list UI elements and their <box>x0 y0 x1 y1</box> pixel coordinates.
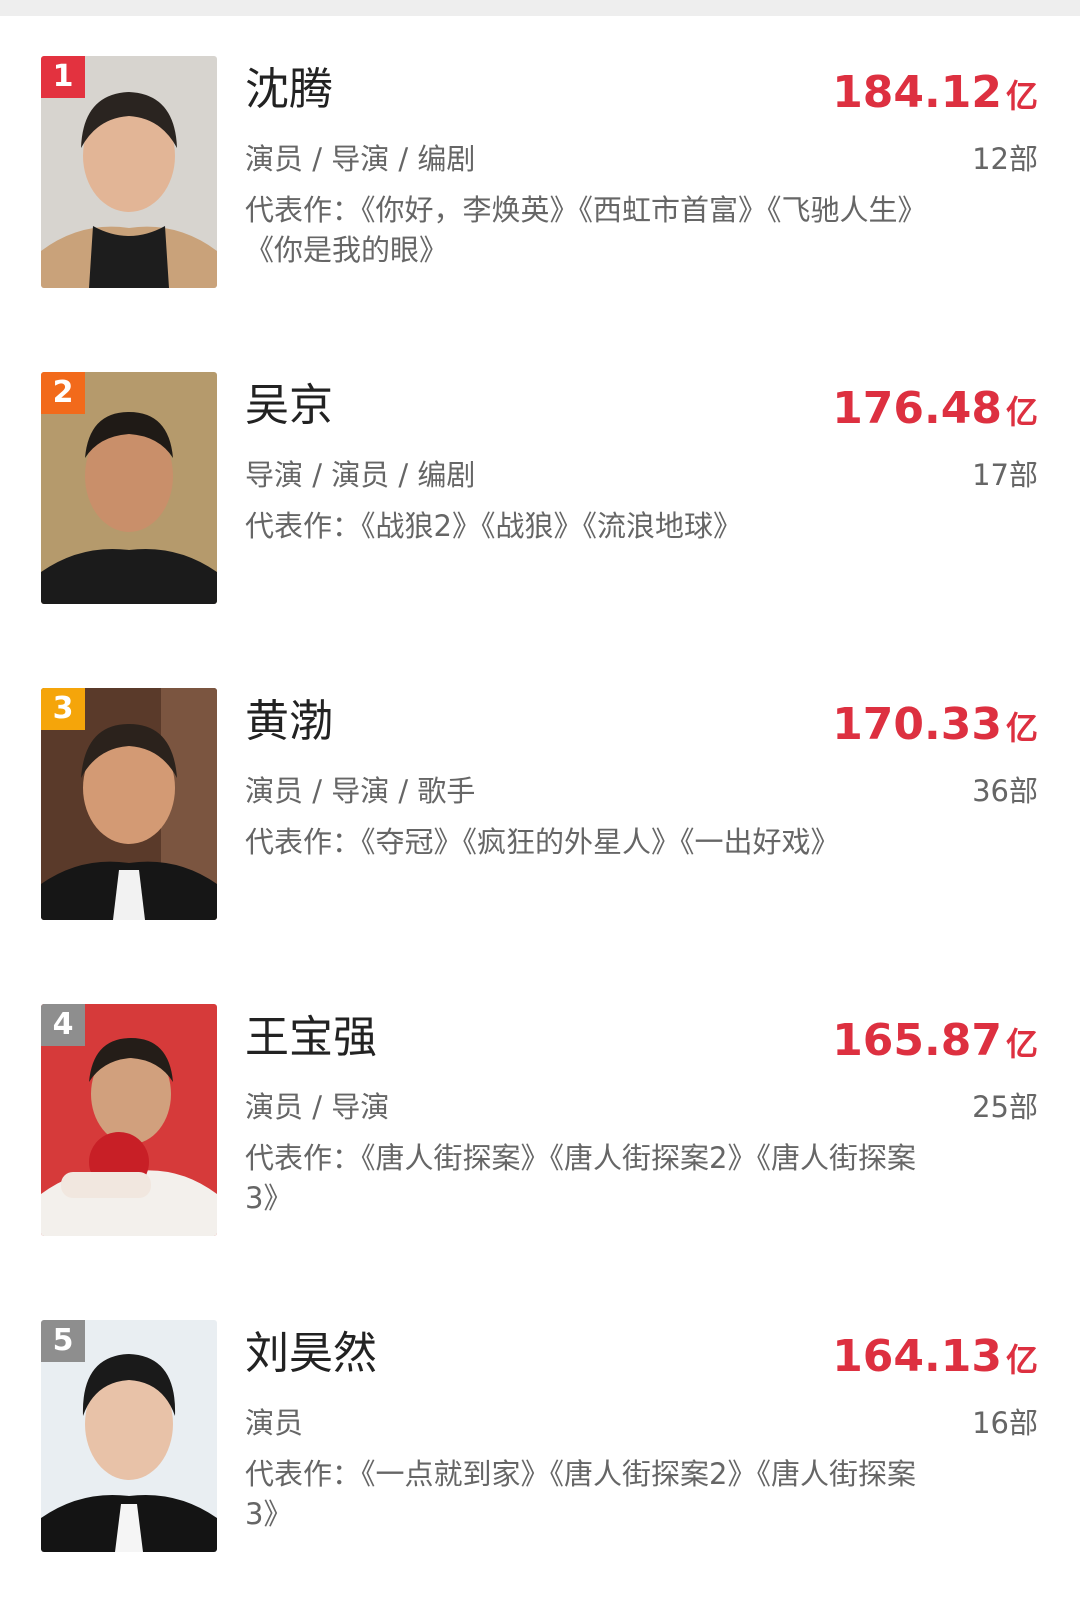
portrait-photo: 2 <box>41 372 217 604</box>
person-roles: 演员 / 导演 <box>245 1090 390 1124</box>
film-count: 25部 <box>972 1090 1038 1124</box>
person-name: 沈腾 <box>245 64 333 115</box>
film-count: 36部 <box>972 774 1038 808</box>
person-roles: 演员 / 导演 / 编剧 <box>245 142 476 176</box>
ranking-item-4[interactable]: 4 王宝强 165.87 亿 演员 / 导演 25部 代表作：《唐人街探案》《唐人… <box>0 1004 1080 1236</box>
box-office-amount: 165.87 亿 <box>832 1015 1038 1076</box>
representative-works: 代表作：《战狼2》《战狼》《流浪地球》 <box>245 509 742 543</box>
person-roles: 演员 / 导演 / 歌手 <box>245 774 476 808</box>
representative-works: 代表作：《你好，李焕英》《西虹市首富》《飞驰人生》《你是我的眼》 <box>245 193 913 267</box>
rank-badge: 2 <box>41 372 85 414</box>
rank-badge: 3 <box>41 688 85 730</box>
film-count: 17部 <box>972 458 1038 492</box>
ranking-item-1[interactable]: 1 沈腾 184.12 亿 演员 / 导演 / 编剧 12部 代表作：《你好，李焕… <box>0 56 1080 288</box>
portrait-photo: 3 <box>41 688 217 920</box>
representative-works: 代表作：《夺冠》《疯狂的外星人》《一出好戏》 <box>245 825 840 859</box>
amount-value: 176.48 <box>832 383 1002 434</box>
person-name: 刘昊然 <box>245 1328 377 1379</box>
person-name: 黄渤 <box>245 696 333 747</box>
amount-value: 165.87 <box>832 1015 1002 1066</box>
ranking-item-5[interactable]: 5 刘昊然 164.13 亿 演员 16部 代表作：《一点就到家》《唐人街探案2》… <box>0 1320 1080 1552</box>
amount-unit: 亿 <box>1005 77 1038 115</box>
film-count: 12部 <box>972 142 1038 176</box>
amount-value: 164.13 <box>832 1331 1002 1382</box>
amount-unit: 亿 <box>1005 1025 1038 1063</box>
ranking-item-3[interactable]: 3 黄渤 170.33 亿 演员 / 导演 / 歌手 36部 代表作：《夺冠》《疯… <box>0 688 1080 920</box>
portrait-photo: 1 <box>41 56 217 288</box>
box-office-amount: 170.33 亿 <box>832 699 1038 760</box>
representative-works: 代表作：《一点就到家》《唐人街探案2》《唐人街探案3》 <box>245 1457 916 1531</box>
ranking-item-2[interactable]: 2 吴京 176.48 亿 导演 / 演员 / 编剧 17部 代表作：《战狼2》《… <box>0 372 1080 604</box>
person-roles: 导演 / 演员 / 编剧 <box>245 458 476 492</box>
amount-value: 170.33 <box>832 699 1002 750</box>
film-count: 16部 <box>972 1406 1038 1440</box>
amount-value: 184.12 <box>832 67 1002 118</box>
amount-unit: 亿 <box>1005 393 1038 431</box>
top-edge-bar <box>0 0 1080 16</box>
rank-badge: 1 <box>41 56 85 98</box>
amount-unit: 亿 <box>1005 709 1038 747</box>
box-office-amount: 184.12 亿 <box>832 67 1038 128</box>
rank-badge: 5 <box>41 1320 85 1362</box>
box-office-amount: 164.13 亿 <box>832 1331 1038 1392</box>
portrait-photo: 5 <box>41 1320 217 1552</box>
person-roles: 演员 <box>245 1406 304 1440</box>
portrait-photo: 4 <box>41 1004 217 1236</box>
rank-badge: 4 <box>41 1004 85 1046</box>
representative-works: 代表作：《唐人街探案》《唐人街探案2》《唐人街探案3》 <box>245 1141 916 1215</box>
person-name: 吴京 <box>245 380 333 431</box>
box-office-amount: 176.48 亿 <box>832 383 1038 444</box>
amount-unit: 亿 <box>1005 1341 1038 1379</box>
person-name: 王宝强 <box>245 1012 377 1063</box>
